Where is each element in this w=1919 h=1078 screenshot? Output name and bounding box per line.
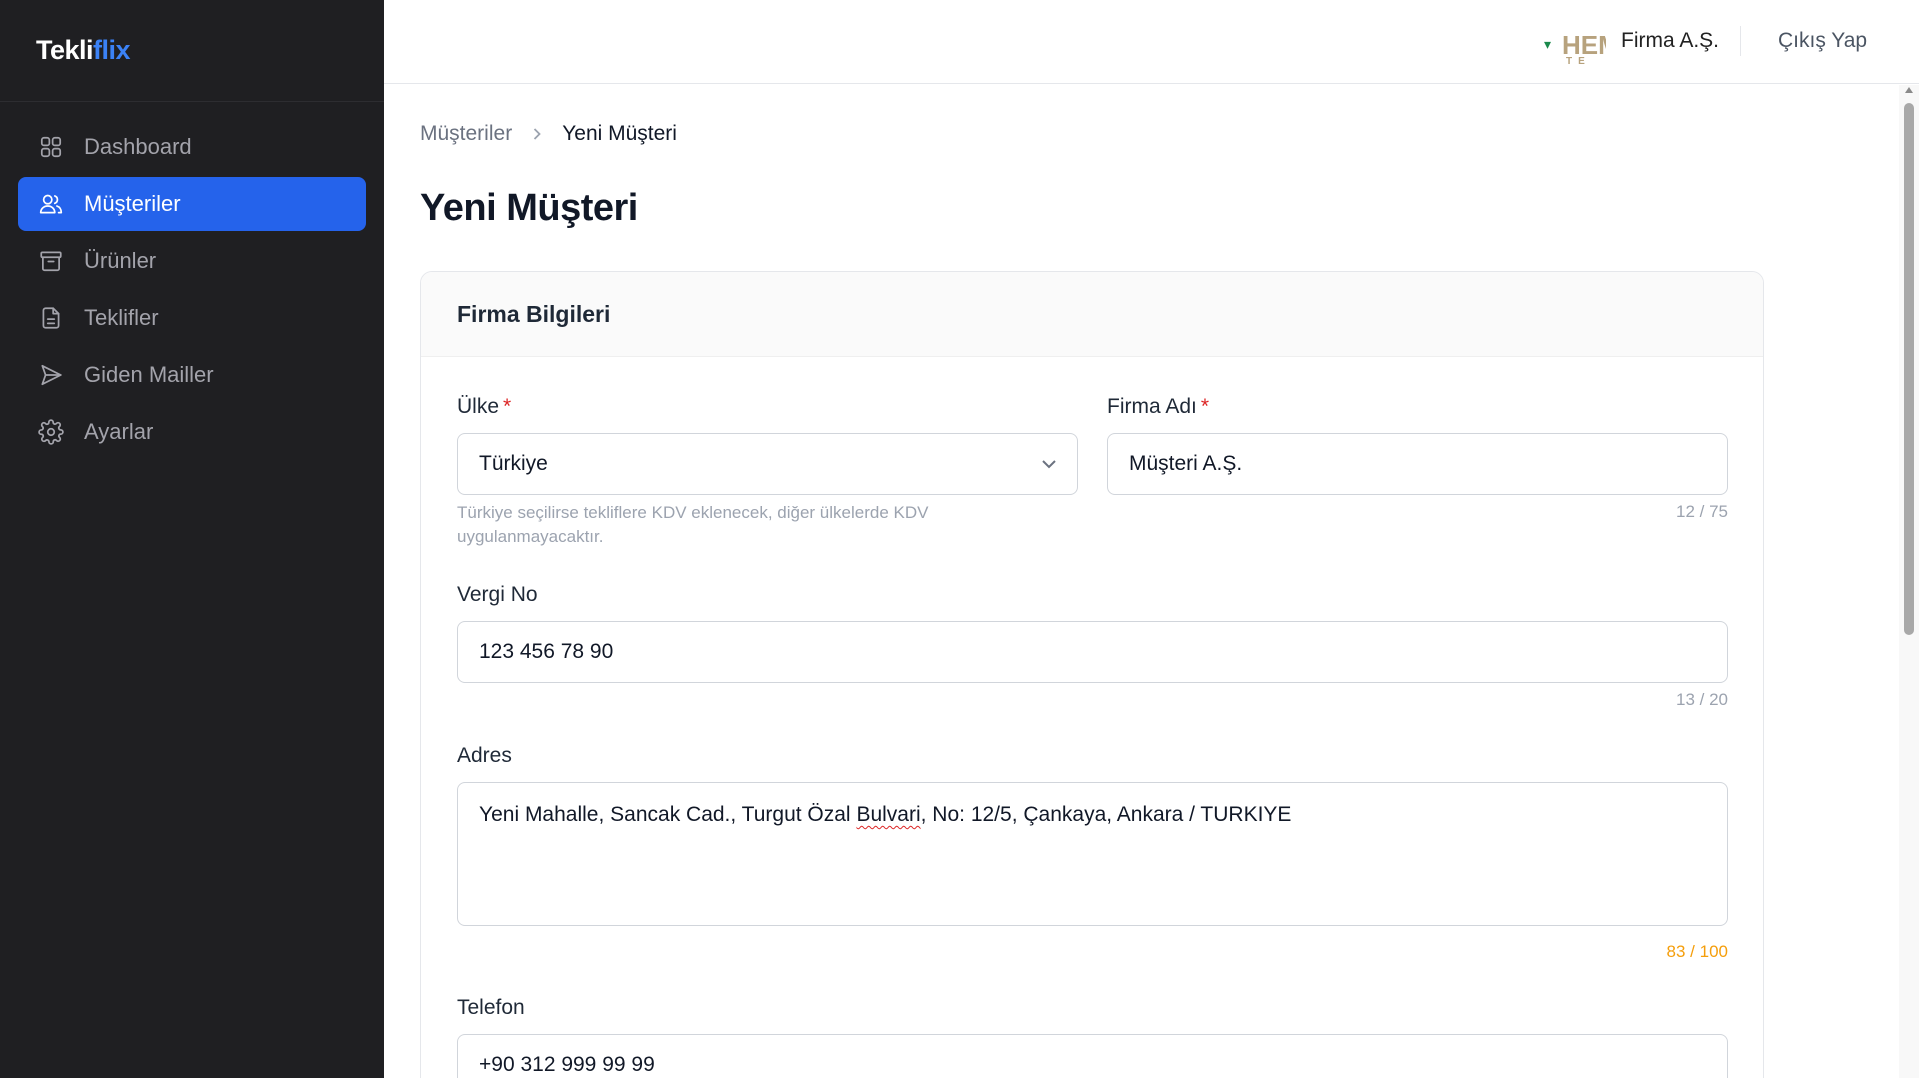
company-logo: ▾ HEM TE <box>1544 30 1606 67</box>
archive-icon <box>38 248 64 274</box>
company-name-field[interactable]: Müşteri A.Ş. <box>1107 433 1728 495</box>
breadcrumb-customers-link[interactable]: Müşteriler <box>420 122 512 146</box>
sidebar-item-label: Giden Mailler <box>84 362 214 387</box>
company-info-card: Firma Bilgileri Ülke * Türkiye Türkiye se… <box>420 271 1764 1078</box>
address-value: Yeni Mahalle, Sancak Cad., Turgut Özal B… <box>479 803 1292 826</box>
country-select[interactable]: Türkiye <box>457 433 1078 495</box>
brand: Tekliflix <box>0 0 384 102</box>
company-name-counter: 12 / 75 <box>1676 502 1728 521</box>
sidebar-item-label: Ürünler <box>84 248 157 273</box>
tax-number-label: Vergi No <box>457 583 538 606</box>
required-marker: * <box>503 395 512 418</box>
file-text-icon <box>38 305 64 331</box>
tax-number-counter: 13 / 20 <box>1676 690 1728 709</box>
sidebar-item-settings[interactable]: Ayarlar <box>18 405 366 459</box>
card-title: Firma Bilgileri <box>457 300 611 327</box>
sidebar-item-label: Ayarlar <box>84 419 154 444</box>
topbar-divider <box>1740 26 1741 56</box>
phone-value: +90 312 999 99 99 <box>479 1053 655 1076</box>
main-content: Müşteriler Yeni Müşteri Yeni Müşteri Fir… <box>384 85 1899 1078</box>
address-field[interactable]: Yeni Mahalle, Sancak Cad., Turgut Özal B… <box>457 782 1728 926</box>
sidebar-item-label: Dashboard <box>84 134 192 159</box>
chevron-down-icon <box>1039 454 1059 474</box>
sidebar-item-products[interactable]: Ürünler <box>18 234 366 288</box>
company-logo-mark: ▾ <box>1544 36 1552 52</box>
sidebar-item-customers[interactable]: Müşteriler <box>18 177 366 231</box>
required-marker: * <box>1200 395 1210 418</box>
phone-label: Telefon <box>457 996 525 1019</box>
card-header: Firma Bilgileri <box>421 272 1763 357</box>
company-name-label: Firma Adı * <box>1107 395 1210 418</box>
scrollbar-thumb[interactable] <box>1904 103 1914 635</box>
grid-icon <box>38 134 64 160</box>
page-title: Yeni Müşteri <box>420 187 638 229</box>
brand-logo[interactable]: Tekliflix <box>36 35 131 66</box>
breadcrumb: Müşteriler Yeni Müşteri <box>420 122 677 146</box>
sidebar-item-label: Teklifler <box>84 305 159 330</box>
phone-field[interactable]: +90 312 999 99 99 <box>457 1034 1728 1078</box>
country-hint: Türkiye seçilirse tekliflere KDV eklenec… <box>457 503 929 546</box>
breadcrumb-current: Yeni Müşteri <box>562 122 677 145</box>
country-label: Ülke * <box>457 395 512 418</box>
logout-button[interactable]: Çıkış Yap <box>1778 29 1867 53</box>
sidebar-item-sent-mails[interactable]: Giden Mailler <box>18 348 366 402</box>
sidebar-nav: Dashboard Müşteriler Ürünler Teklifler G… <box>0 102 384 459</box>
send-icon <box>38 362 64 388</box>
page-scrollbar[interactable] <box>1899 85 1919 1078</box>
users-icon <box>38 191 64 217</box>
address-counter: 83 / 100 <box>1666 942 1728 961</box>
tax-number-field[interactable]: 123 456 78 90 <box>457 621 1728 683</box>
company-name-value: Müşteri A.Ş. <box>1129 452 1243 475</box>
chevron-right-icon <box>530 127 544 141</box>
address-label: Adres <box>457 744 512 767</box>
country-select-value: Türkiye <box>479 452 548 475</box>
misspelled-word: Bulvari <box>856 803 921 826</box>
topbar: ▾ HEM TE Firma A.Ş. Çıkış Yap <box>384 0 1919 84</box>
scroll-up-arrow-icon[interactable] <box>1905 87 1913 93</box>
sidebar-item-dashboard[interactable]: Dashboard <box>18 120 366 174</box>
sidebar: Tekliflix Dashboard Müşteriler Ürünler T… <box>0 0 384 1078</box>
tax-number-value: 123 456 78 90 <box>479 640 614 663</box>
sidebar-item-offers[interactable]: Teklifler <box>18 291 366 345</box>
company-name[interactable]: Firma A.Ş. <box>1621 29 1719 53</box>
gear-icon <box>38 419 64 445</box>
sidebar-item-label: Müşteriler <box>84 191 181 216</box>
